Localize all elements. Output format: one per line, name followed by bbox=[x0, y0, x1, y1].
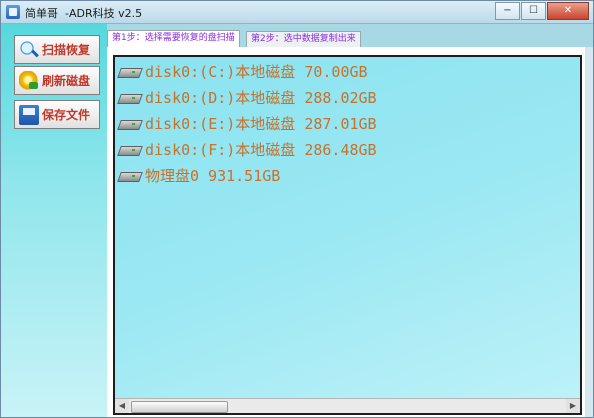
tab-step1[interactable]: 第1步：选择需要恢复的盘扫描 bbox=[107, 30, 240, 48]
hard-disk-icon bbox=[119, 116, 141, 130]
save-file-button[interactable]: 保存文件 bbox=[14, 100, 100, 129]
disk-label: 物理盘0 931.51GB bbox=[145, 166, 281, 185]
window-title-sub: -ADR科技 v2.5 bbox=[65, 7, 143, 20]
minimize-button[interactable]: − bbox=[495, 2, 520, 20]
app-window: 简单哥 -ADR科技 v2.5 − ☐ ✕ 扫描恢复 刷新磁盘 保存文件 第1步… bbox=[0, 0, 594, 418]
scroll-right-icon[interactable]: ▶ bbox=[566, 399, 580, 413]
scan-recover-label: 扫描恢复 bbox=[42, 43, 91, 57]
list-item[interactable]: disk0:(C:)本地磁盘 70.00GB bbox=[119, 59, 368, 83]
tab-step2[interactable]: 第2步：选中数据复制出来 bbox=[246, 31, 361, 47]
scan-recover-button[interactable]: 扫描恢复 bbox=[14, 35, 100, 64]
title-bar[interactable]: 简单哥 -ADR科技 v2.5 − ☐ ✕ bbox=[1, 1, 593, 24]
list-item[interactable]: disk0:(E:)本地磁盘 287.01GB bbox=[119, 111, 377, 135]
list-item[interactable]: disk0:(D:)本地磁盘 288.02GB bbox=[119, 85, 377, 109]
main-panel: disk0:(C:)本地磁盘 70.00GB disk0:(D:)本地磁盘 28… bbox=[107, 47, 587, 417]
maximize-button[interactable]: ☐ bbox=[521, 2, 546, 20]
hard-disk-icon bbox=[119, 168, 141, 182]
hard-disk-icon bbox=[119, 64, 141, 78]
refresh-disk-button[interactable]: 刷新磁盘 bbox=[14, 66, 100, 95]
hard-disk-icon bbox=[119, 142, 141, 156]
refresh-disk-label: 刷新磁盘 bbox=[42, 74, 91, 88]
window-controls: − ☐ ✕ bbox=[494, 2, 589, 20]
disk-list[interactable]: disk0:(C:)本地磁盘 70.00GB disk0:(D:)本地磁盘 28… bbox=[113, 55, 582, 415]
window-right-edge bbox=[585, 47, 593, 417]
save-file-label: 保存文件 bbox=[42, 108, 91, 122]
save-icon bbox=[19, 104, 39, 125]
scroll-thumb[interactable] bbox=[131, 401, 228, 413]
hard-disk-icon bbox=[119, 90, 141, 104]
list-item[interactable]: 物理盘0 931.51GB bbox=[119, 163, 280, 187]
scroll-left-icon[interactable]: ◀ bbox=[115, 399, 129, 413]
sidebar: 扫描恢复 刷新磁盘 保存文件 bbox=[1, 24, 107, 417]
disk-label: disk0:(D:)本地磁盘 288.02GB bbox=[145, 88, 377, 107]
close-button[interactable]: ✕ bbox=[547, 2, 589, 20]
magnifier-icon bbox=[19, 39, 39, 60]
horizontal-scrollbar[interactable]: ◀ ▶ bbox=[115, 398, 580, 413]
app-icon bbox=[6, 5, 20, 19]
disk-label: disk0:(E:)本地磁盘 287.01GB bbox=[145, 114, 377, 133]
disk-label: disk0:(C:)本地磁盘 70.00GB bbox=[145, 62, 368, 81]
refresh-icon bbox=[19, 70, 39, 91]
disk-label: disk0:(F:)本地磁盘 286.48GB bbox=[145, 140, 377, 159]
window-title-main: 简单哥 bbox=[25, 7, 58, 20]
list-item[interactable]: disk0:(F:)本地磁盘 286.48GB bbox=[119, 137, 377, 161]
window-title: 简单哥 -ADR科技 v2.5 bbox=[25, 5, 142, 21]
